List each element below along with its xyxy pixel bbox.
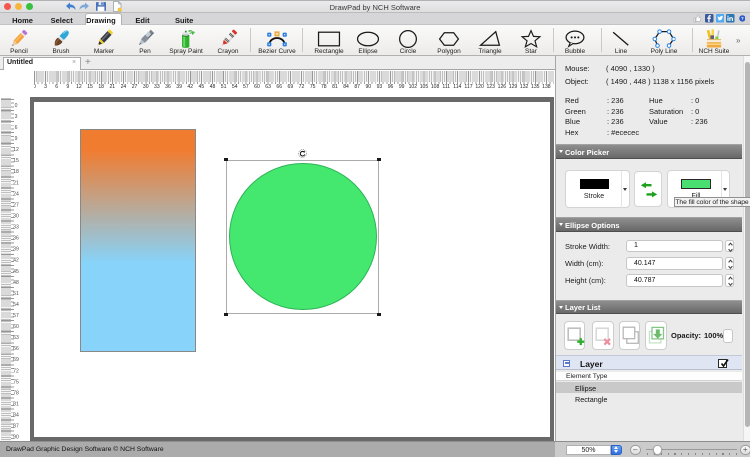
svg-text:81: 81 (332, 84, 338, 90)
svg-text:33: 33 (154, 84, 160, 90)
svg-text:81: 81 (13, 401, 19, 407)
svg-text:111: 111 (442, 84, 450, 90)
svg-text:57: 57 (13, 313, 19, 319)
svg-text:84: 84 (13, 412, 19, 418)
svg-text:60: 60 (254, 84, 260, 90)
svg-text:99: 99 (399, 84, 405, 90)
svg-text:21: 21 (13, 180, 19, 186)
svg-text:39: 39 (13, 246, 19, 252)
svg-text:87: 87 (13, 423, 19, 429)
svg-text:78: 78 (13, 390, 19, 396)
svg-text:96: 96 (388, 84, 394, 90)
svg-text:63: 63 (13, 335, 19, 341)
svg-text:78: 78 (321, 84, 327, 90)
svg-text:138: 138 (542, 84, 551, 90)
svg-text:12: 12 (13, 147, 19, 153)
svg-text:9: 9 (14, 136, 17, 142)
svg-text:15: 15 (87, 84, 93, 90)
svg-text:63: 63 (265, 84, 271, 90)
svg-text:6: 6 (14, 125, 17, 131)
svg-text:24: 24 (13, 191, 19, 197)
svg-text:18: 18 (98, 84, 104, 90)
svg-text:33: 33 (13, 224, 19, 230)
svg-text:117: 117 (464, 84, 472, 90)
svg-text:42: 42 (13, 257, 19, 263)
svg-text:27: 27 (132, 84, 138, 90)
svg-text:66: 66 (276, 84, 282, 90)
svg-text:93: 93 (377, 84, 383, 90)
svg-text:132: 132 (520, 84, 529, 90)
svg-text:27: 27 (13, 202, 19, 208)
svg-text:102: 102 (409, 84, 418, 90)
svg-text:?: ? (741, 16, 744, 21)
svg-text:0: 0 (14, 103, 17, 109)
svg-text:48: 48 (210, 84, 216, 90)
svg-text:36: 36 (165, 84, 171, 90)
svg-text:72: 72 (299, 84, 305, 90)
svg-text:75: 75 (310, 84, 316, 90)
svg-text:87: 87 (354, 84, 360, 90)
svg-text:84: 84 (343, 84, 349, 90)
svg-text:90: 90 (365, 84, 371, 90)
svg-text:21: 21 (109, 84, 115, 90)
svg-text:60: 60 (13, 324, 19, 330)
svg-text:9: 9 (66, 84, 69, 90)
svg-text:129: 129 (509, 84, 518, 90)
svg-text:45: 45 (13, 268, 19, 274)
svg-text:123: 123 (486, 84, 495, 90)
svg-text:57: 57 (243, 84, 249, 90)
svg-text:24: 24 (121, 84, 127, 90)
svg-text:42: 42 (187, 84, 193, 90)
svg-text:54: 54 (232, 84, 238, 90)
svg-text:3: 3 (14, 114, 17, 120)
svg-text:30: 30 (13, 213, 19, 219)
svg-text:12: 12 (76, 84, 82, 90)
svg-text:54: 54 (13, 302, 19, 308)
svg-text:114: 114 (453, 84, 461, 90)
svg-text:69: 69 (288, 84, 294, 90)
svg-text:90: 90 (13, 434, 19, 440)
svg-text:66: 66 (13, 346, 19, 352)
svg-text:126: 126 (498, 84, 507, 90)
svg-text:3: 3 (44, 84, 47, 90)
svg-text:105: 105 (420, 84, 429, 90)
svg-text:36: 36 (13, 235, 19, 241)
svg-text:75: 75 (13, 379, 19, 385)
svg-text:51: 51 (13, 291, 19, 297)
svg-text:39: 39 (176, 84, 182, 90)
svg-text:45: 45 (199, 84, 205, 90)
svg-text:30: 30 (143, 84, 149, 90)
svg-text:69: 69 (13, 357, 19, 363)
svg-text:135: 135 (531, 84, 540, 90)
svg-text:6: 6 (55, 84, 58, 90)
svg-text:0: 0 (34, 84, 36, 90)
svg-text:120: 120 (475, 84, 484, 90)
svg-text:51: 51 (221, 84, 227, 90)
svg-text:18: 18 (13, 169, 19, 175)
svg-text:108: 108 (431, 84, 440, 90)
svg-text:72: 72 (13, 368, 19, 374)
svg-text:48: 48 (13, 279, 19, 285)
svg-text:15: 15 (13, 158, 19, 164)
